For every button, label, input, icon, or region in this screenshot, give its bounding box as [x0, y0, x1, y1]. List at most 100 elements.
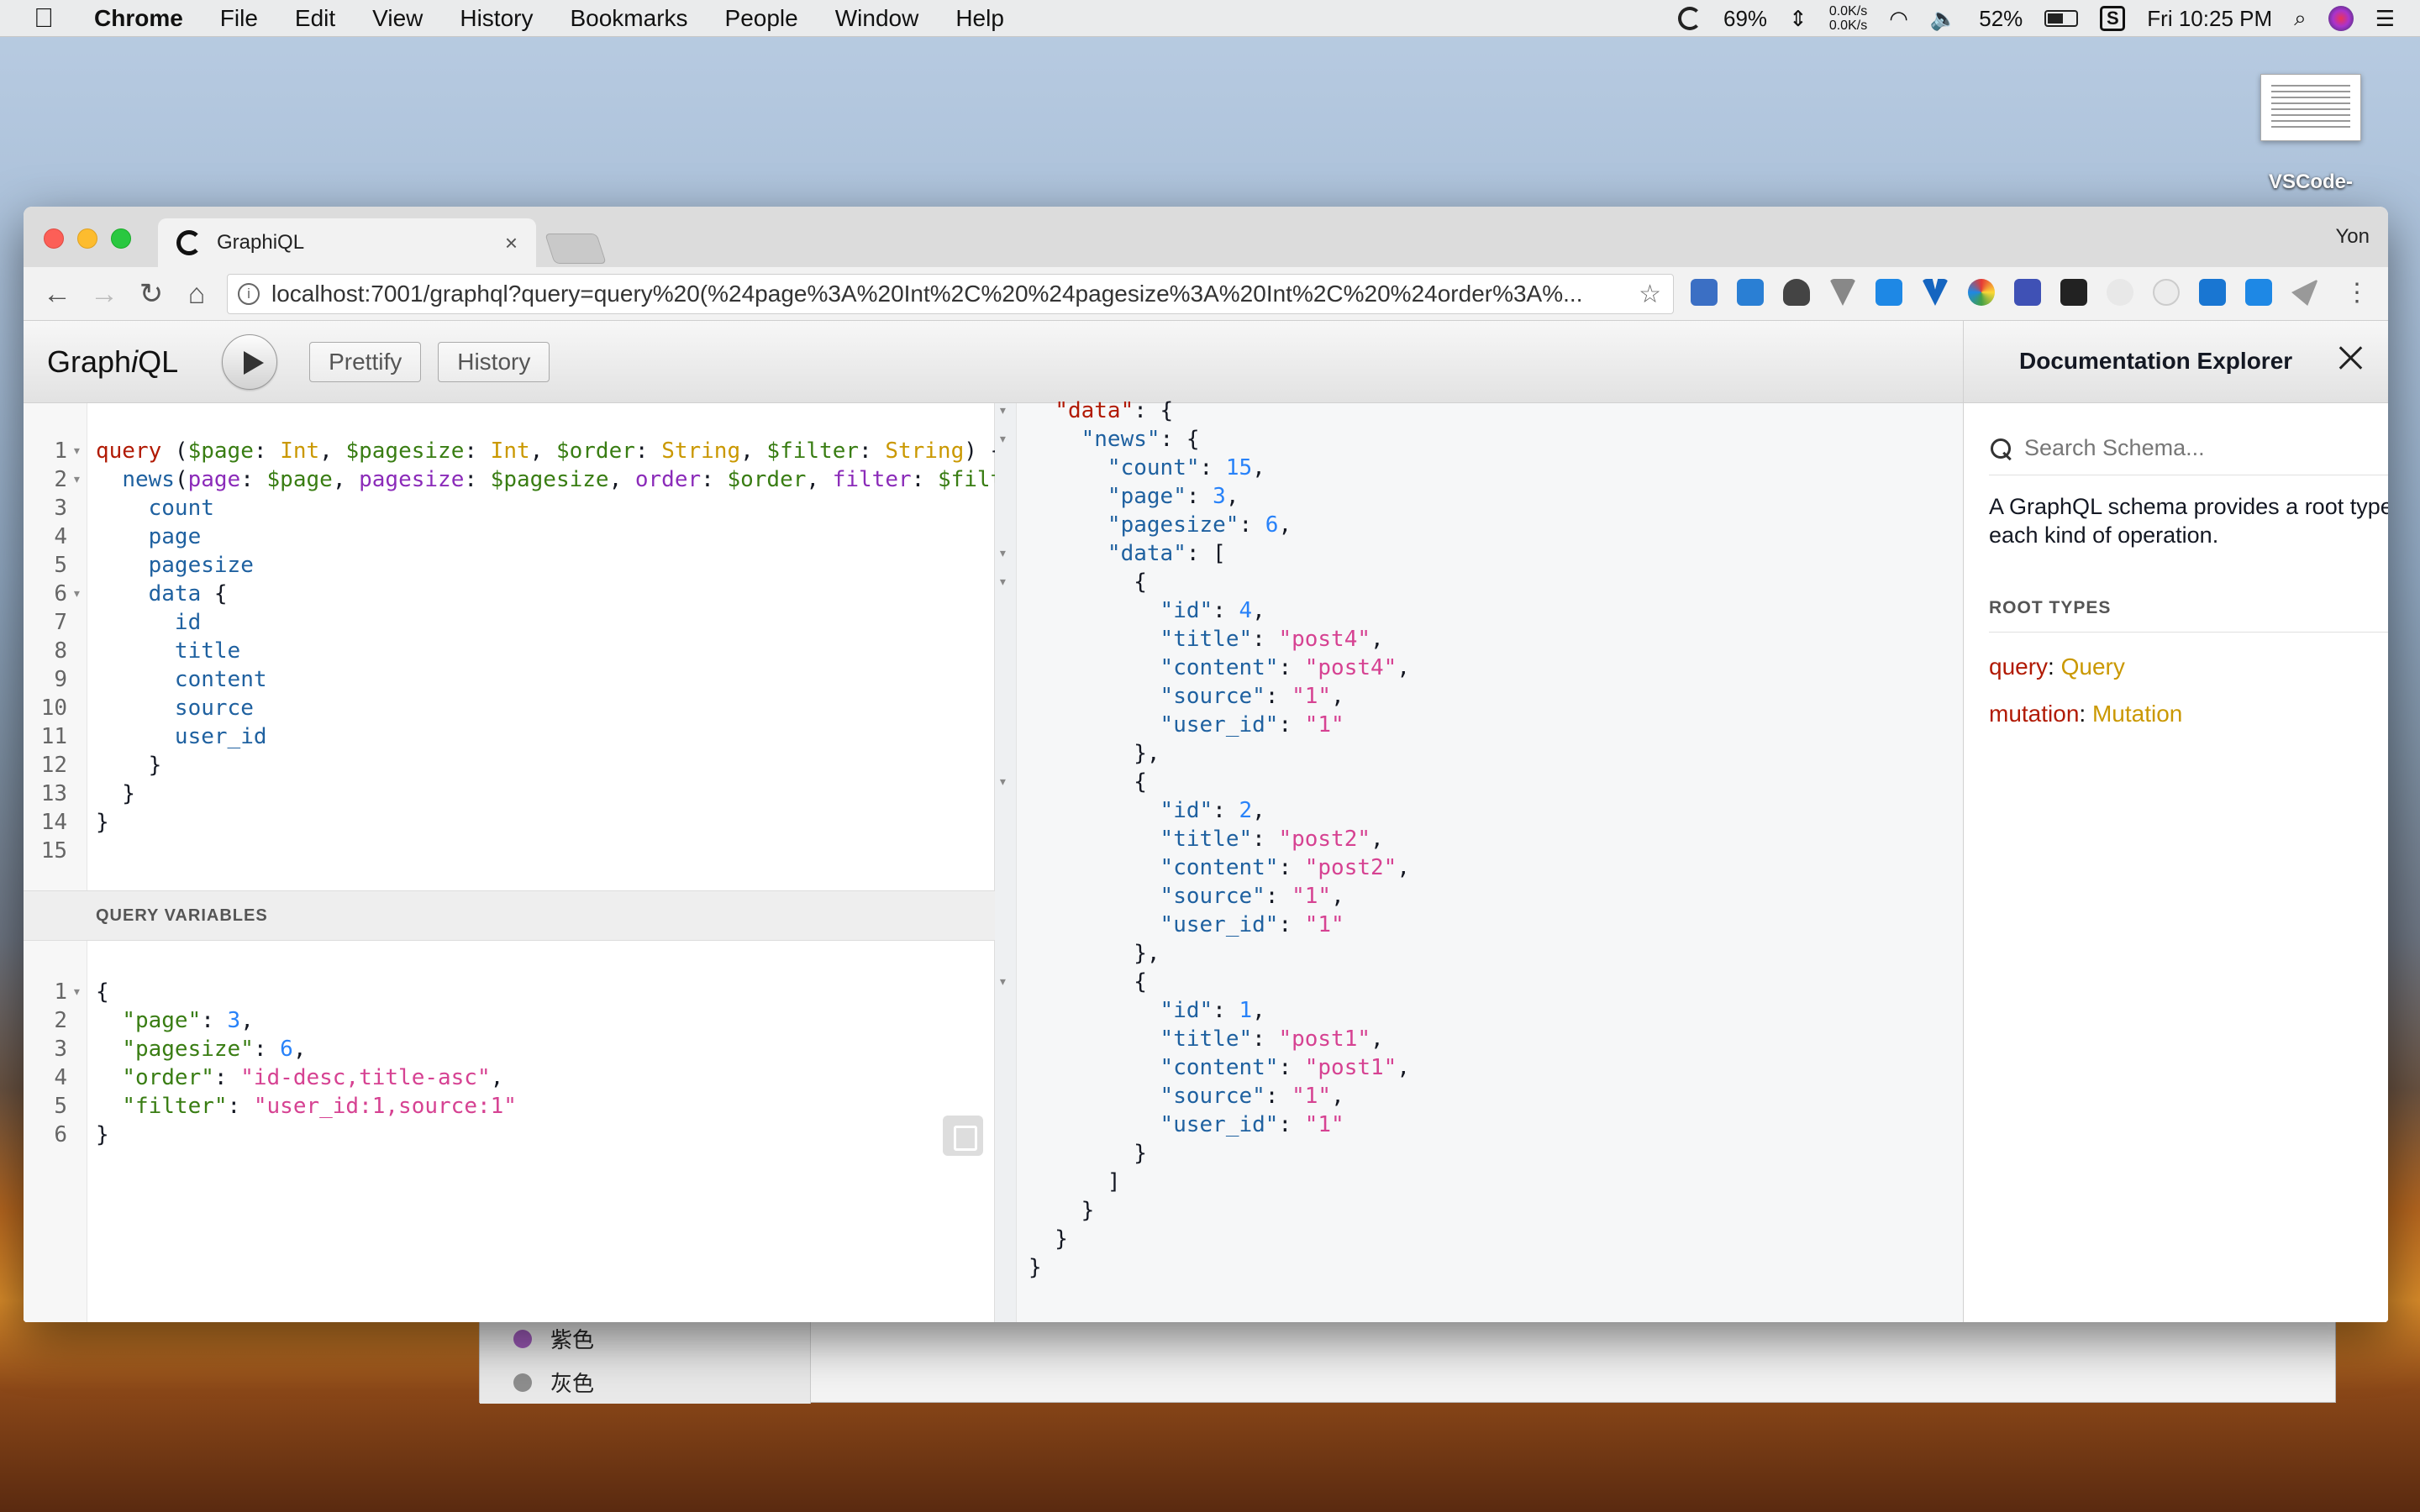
root-type-link[interactable]: Query	[2061, 654, 2125, 680]
extension-icon[interactable]	[2245, 279, 2272, 306]
extension-icon[interactable]	[2014, 279, 2041, 306]
root-type-link[interactable]: Mutation	[2092, 701, 2182, 727]
query-editor[interactable]: 1 ▾ query ($page: Int, $pagesize: Int, $or…	[24, 403, 1069, 1322]
execute-query-button[interactable]	[222, 333, 278, 390]
fold-arrow-icon[interactable]: ▾	[998, 396, 1007, 425]
fold-arrow-icon[interactable]: ▾	[998, 568, 1007, 596]
reload-icon[interactable]: ↻	[133, 276, 170, 312]
app-menu[interactable]: Chrome	[94, 5, 183, 32]
bookmark-star-icon[interactable]: ☆	[1639, 280, 1661, 309]
code-text: "pagesize": 6,	[96, 1035, 306, 1063]
code-token: ,	[608, 467, 635, 492]
menu-history[interactable]: History	[460, 5, 533, 32]
code-token: source	[174, 696, 254, 721]
desktop-file-icon[interactable]	[2260, 74, 2361, 141]
fold-arrow-icon[interactable]: ▾	[72, 580, 82, 608]
code-token: :	[1278, 855, 1305, 880]
color-picker-icon[interactable]	[1968, 279, 1995, 306]
fold-arrow-icon[interactable]: ▾	[72, 978, 82, 1006]
code-token: "page"	[122, 1008, 202, 1033]
fold-arrow-icon[interactable]: ▾	[72, 465, 82, 494]
forward-icon[interactable]: →	[86, 276, 123, 312]
root-type-query: query: Query	[1989, 654, 2125, 680]
extension-icon[interactable]	[1737, 279, 1764, 306]
prettify-button[interactable]: Prettify	[309, 341, 422, 382]
menu-view[interactable]: View	[372, 5, 423, 32]
extension-icon[interactable]	[1691, 279, 1718, 306]
menu-file[interactable]: File	[220, 5, 258, 32]
code-text: }	[1028, 1139, 1147, 1168]
code-token: "data"	[1055, 398, 1134, 423]
code-token: }	[96, 781, 135, 806]
line-number: 2	[54, 467, 67, 492]
code-text: "page": 3,	[1028, 482, 1239, 511]
code-text: query ($page: Int, $pagesize: Int, $orde…	[96, 437, 1003, 465]
extension-icon[interactable]	[2199, 279, 2226, 306]
back-icon[interactable]: ←	[39, 276, 76, 312]
apple-icon[interactable]: 	[34, 3, 54, 34]
tab-close-icon[interactable]: ×	[505, 230, 518, 256]
fold-arrow-icon[interactable]: ▾	[998, 768, 1007, 796]
fold-arrow-icon[interactable]: ▾	[998, 425, 1007, 454]
profile-button[interactable]: Yon	[2336, 225, 2370, 249]
code-token: "pagesize"	[122, 1037, 254, 1062]
tag-label: 紫色	[550, 1327, 595, 1352]
line-number: 3	[54, 496, 67, 521]
history-button[interactable]: History	[438, 341, 550, 382]
extension-icon[interactable]	[2107, 279, 2133, 306]
net-down: 0.0K/s	[1828, 18, 1868, 33]
battery-icon[interactable]	[2044, 10, 2079, 27]
close-icon[interactable]	[2333, 339, 2370, 376]
fold-arrow-icon[interactable]: ▾	[998, 968, 1007, 996]
zoom-window-button[interactable]	[111, 228, 131, 249]
new-tab-button[interactable]	[544, 234, 607, 264]
tag-purple[interactable]: 紫色	[513, 1323, 594, 1354]
code-text: }	[96, 780, 135, 808]
cpu-monitor-icon[interactable]	[1677, 7, 1702, 30]
search-input[interactable]: Search Schema...	[2024, 435, 2205, 461]
volume-icon[interactable]: 🔈	[1930, 6, 1957, 32]
extension-icon[interactable]	[1922, 279, 1949, 306]
extension-icon[interactable]	[2291, 279, 2318, 306]
menu-edit[interactable]: Edit	[295, 5, 335, 32]
background-window: 紫色 灰色	[479, 1310, 2336, 1404]
address-bar[interactable]: i localhost:7001/graphql?query=query%20(…	[227, 274, 1674, 314]
query-variables-title[interactable]: QUERY VARIABLES	[24, 890, 995, 941]
spotlight-icon[interactable]: ⌕	[2294, 5, 2307, 32]
doc-search[interactable]: Search Schema...	[1989, 422, 2388, 475]
home-icon[interactable]: ⌂	[178, 276, 215, 312]
vue-devtools-icon[interactable]	[1829, 279, 1856, 306]
menu-window[interactable]: Window	[835, 5, 919, 32]
tag-gray[interactable]: 灰色	[513, 1367, 594, 1398]
root-field: query	[1989, 654, 2049, 680]
clock[interactable]: Fri 10:25 PM	[2147, 6, 2272, 32]
code-token: ,	[1331, 1084, 1344, 1109]
fold-arrow-icon[interactable]: ▾	[998, 539, 1007, 568]
notification-center-icon[interactable]: ☰	[2375, 6, 2395, 32]
wifi-icon[interactable]: ◠	[1889, 6, 1908, 32]
variables-editor[interactable]: 1 ▾{2 "page": 3, 3 "pagesize": 6, 4 "order"…	[24, 941, 995, 1322]
line-number: 13	[40, 781, 67, 806]
code-token: :	[1278, 912, 1305, 937]
menu-people[interactable]: People	[725, 5, 798, 32]
copy-icon[interactable]	[943, 1116, 983, 1156]
code-token: $pagesize	[345, 438, 465, 464]
minimize-window-button[interactable]	[77, 228, 97, 249]
site-info-icon[interactable]: i	[238, 283, 260, 305]
close-window-button[interactable]	[44, 228, 64, 249]
siri-icon[interactable]	[2328, 6, 2354, 31]
s-app-icon[interactable]: S	[2100, 6, 2126, 31]
chrome-menu-icon[interactable]: ⋮	[2344, 279, 2370, 307]
extension-icon[interactable]	[1876, 279, 1902, 306]
react-devtools-icon[interactable]	[2060, 279, 2087, 306]
pocket-extension-icon[interactable]	[1783, 279, 1810, 306]
net-speed[interactable]: 0.0K/s 0.0K/s	[1829, 4, 1867, 33]
fold-arrow-icon[interactable]: ▾	[72, 437, 82, 465]
menu-help[interactable]: Help	[955, 5, 1004, 32]
tab-graphiql[interactable]: GraphiQL ×	[158, 218, 536, 267]
menu-bookmarks[interactable]: Bookmarks	[570, 5, 687, 32]
extension-icon[interactable]	[2153, 279, 2180, 306]
